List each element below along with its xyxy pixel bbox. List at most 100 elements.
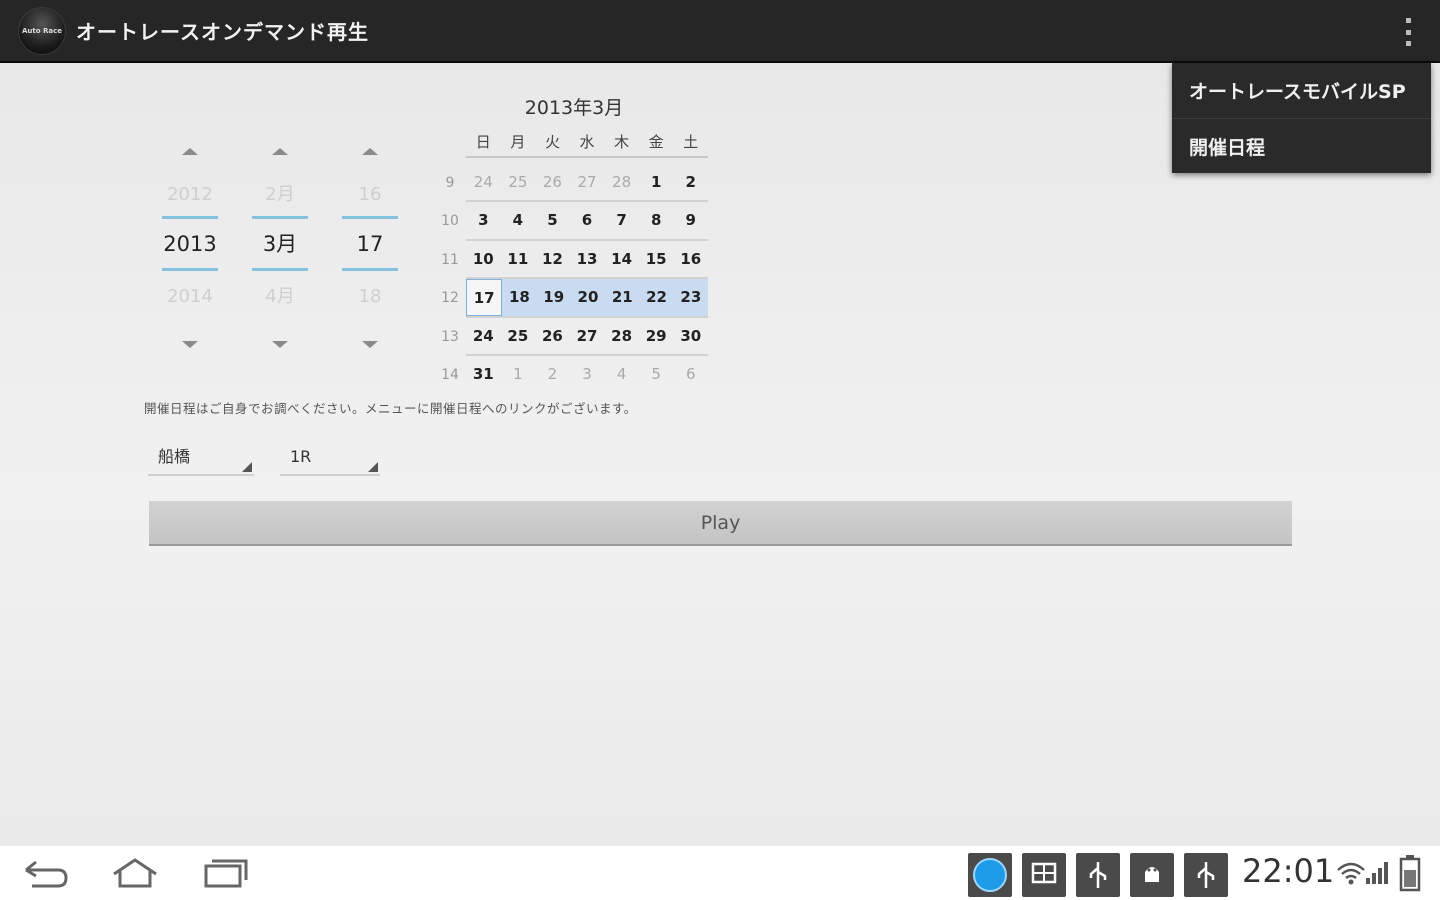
calendar-week-row: 24 25 26 27 28 1 2 xyxy=(466,164,708,203)
calendar-day[interactable]: 19 xyxy=(537,279,571,315)
overflow-menu: オートレースモバイルSP 開催日程 xyxy=(1172,63,1431,173)
usb-icon[interactable] xyxy=(1076,853,1120,897)
calendar-day[interactable]: 26 xyxy=(535,318,570,354)
calendar-week-number: 10 xyxy=(441,213,459,230)
calendar-day[interactable]: 24 xyxy=(466,164,501,200)
calendar-day[interactable]: 14 xyxy=(604,241,639,277)
calendar-weekday: 火 xyxy=(544,133,560,151)
calendar-day[interactable]: 20 xyxy=(571,279,605,315)
venue-spinner[interactable]: 船橋 xyxy=(148,442,254,476)
month-decrement-icon[interactable] xyxy=(272,341,288,348)
action-bar: Auto Race オートレースオンデマンド再生 xyxy=(0,0,1440,63)
calendar-week-number: 14 xyxy=(441,366,459,383)
year-prev-value[interactable]: 2012 xyxy=(162,177,218,213)
calendar-weekday: 金 xyxy=(648,133,664,151)
calendar-day[interactable]: 5 xyxy=(535,202,570,238)
calendar-week-row: 24 25 26 27 28 29 30 xyxy=(466,318,708,356)
month-prev-value[interactable]: 2月 xyxy=(252,177,308,213)
calendar-day[interactable]: 28 xyxy=(604,318,639,354)
venue-spinner-value: 船橋 xyxy=(158,447,191,466)
calendar-day[interactable]: 1 xyxy=(501,356,536,394)
day-decrement-icon[interactable] xyxy=(362,341,378,348)
calendar-day[interactable]: 3 xyxy=(570,356,605,394)
calendar-day[interactable]: 16 xyxy=(673,241,708,277)
home-icon[interactable] xyxy=(110,856,160,890)
month-increment-icon[interactable] xyxy=(272,148,288,155)
recent-apps-icon[interactable] xyxy=(202,856,248,890)
race-spinner[interactable]: 1R xyxy=(280,442,380,476)
month-next-value[interactable]: 4月 xyxy=(252,279,308,315)
calendar-day[interactable]: 2 xyxy=(535,356,570,394)
browser-icon[interactable] xyxy=(968,853,1012,897)
calendar-day[interactable]: 25 xyxy=(501,164,536,200)
calendar-day[interactable]: 7 xyxy=(604,202,639,238)
calendar-day[interactable]: 23 xyxy=(674,279,708,315)
wifi-icon xyxy=(1337,862,1365,885)
calendar-day[interactable]: 27 xyxy=(570,318,605,354)
calendar-week-row: 3456789 xyxy=(466,202,708,241)
calendar-title: 2013年3月 xyxy=(524,97,624,119)
usb-icon[interactable] xyxy=(1184,853,1228,897)
calendar-day[interactable]: 21 xyxy=(605,279,639,315)
day-prev-value[interactable]: 16 xyxy=(342,177,398,213)
calendar-day[interactable]: 15 xyxy=(639,241,674,277)
calendar-day[interactable]: 18 xyxy=(502,279,536,315)
calendar-day[interactable]: 24 xyxy=(466,318,501,354)
calendar-day[interactable]: 10 xyxy=(466,241,501,277)
month-picker: 2月 3月 4月 xyxy=(252,140,308,348)
calendar-day[interactable]: 4 xyxy=(604,356,639,394)
schedule-notice: 開催日程はご自身でお調べください。メニューに開催日程へのリンクがございます。 xyxy=(144,401,637,416)
menu-item-schedule[interactable]: 開催日程 xyxy=(1172,118,1431,173)
screenshot-icon[interactable] xyxy=(1022,853,1066,897)
dropdown-corner-icon xyxy=(368,462,378,472)
year-current-value[interactable]: 2013 xyxy=(162,216,218,271)
calendar-weekday: 月 xyxy=(510,133,526,151)
calendar-day[interactable]: 3 xyxy=(466,202,501,238)
year-next-value[interactable]: 2014 xyxy=(162,279,218,315)
month-current-value[interactable]: 3月 xyxy=(252,216,308,271)
calendar-day[interactable]: 13 xyxy=(570,241,605,277)
app-logo-text: Auto Race xyxy=(21,26,62,35)
calendar-day[interactable]: 28 xyxy=(604,164,639,200)
calendar-week-number: 11 xyxy=(441,251,459,268)
menu-item-autorace-mobile-sp[interactable]: オートレースモバイルSP xyxy=(1172,63,1431,118)
app-logo-icon[interactable]: Auto Race xyxy=(18,6,66,55)
calendar-day[interactable]: 22 xyxy=(639,279,673,315)
calendar-day[interactable]: 26 xyxy=(535,164,570,200)
overflow-menu-icon[interactable] xyxy=(1402,18,1414,46)
calendar-day[interactable]: 27 xyxy=(570,164,605,200)
calendar-day[interactable]: 11 xyxy=(501,241,536,277)
calendar-week-number: 9 xyxy=(445,175,455,191)
year-increment-icon[interactable] xyxy=(182,148,198,155)
calendar-day[interactable]: 4 xyxy=(501,202,536,238)
battery-icon xyxy=(1399,855,1421,892)
calendar-day[interactable]: 12 xyxy=(535,241,570,277)
play-button[interactable]: Play xyxy=(149,501,1292,546)
calendar-day[interactable]: 2 xyxy=(673,164,708,200)
calendar-day-selected[interactable]: 17 xyxy=(466,279,503,316)
day-picker: 16 17 18 xyxy=(342,140,398,348)
android-debug-icon[interactable] xyxy=(1130,853,1174,897)
calendar-day[interactable]: 1 xyxy=(639,164,674,200)
calendar-weekday: 木 xyxy=(614,133,630,151)
calendar-day[interactable]: 8 xyxy=(639,202,674,238)
calendar-day[interactable]: 30 xyxy=(673,318,708,354)
calendar-day[interactable]: 6 xyxy=(570,202,605,238)
calendar-day[interactable]: 31 xyxy=(466,356,501,394)
calendar-day[interactable]: 9 xyxy=(673,202,708,238)
calendar-grid: 24 25 26 27 28 1 2 3 4 5 6 7 8 9 10 11 12 13 14 15 16 17 18 19 2… xyxy=(466,164,708,394)
day-next-value[interactable]: 18 xyxy=(342,279,398,315)
day-increment-icon[interactable] xyxy=(362,148,378,155)
calendar-week-row: 31 1 2 3 4 5 6 xyxy=(466,356,708,394)
back-icon[interactable] xyxy=(22,856,70,890)
day-current-value[interactable]: 17 xyxy=(342,216,398,271)
year-decrement-icon[interactable] xyxy=(182,341,198,348)
calendar-day[interactable]: 6 xyxy=(673,356,708,394)
clock: 22:01 xyxy=(1242,852,1335,890)
dropdown-corner-icon xyxy=(242,462,252,472)
calendar-weekday: 日 xyxy=(475,133,491,151)
calendar-day[interactable]: 25 xyxy=(501,318,536,354)
calendar-day[interactable]: 29 xyxy=(639,318,674,354)
race-spinner-value: 1R xyxy=(290,447,312,466)
calendar-day[interactable]: 5 xyxy=(639,356,674,394)
